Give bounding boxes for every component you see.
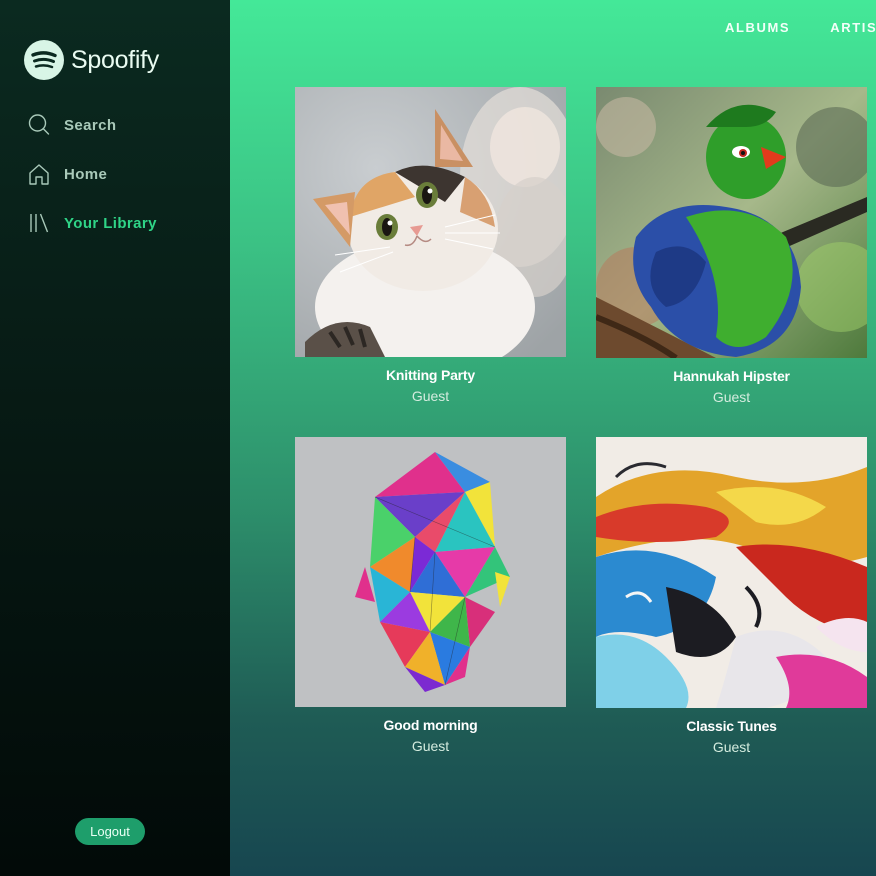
- playlist-card-hannukah-hipster[interactable]: Hannukah Hipster Guest: [596, 87, 867, 405]
- tab-albums[interactable]: ALBUMS: [725, 20, 790, 35]
- playlist-owner: Guest: [712, 739, 751, 755]
- kitten-photo[interactable]: [295, 87, 566, 357]
- sidebar-item-search[interactable]: Search: [28, 110, 157, 140]
- sidebar: Spoofify Search Home Your Library Logout: [0, 0, 230, 876]
- main-content: ALBUMS ARTISTS: [230, 0, 876, 876]
- home-icon: [28, 162, 50, 186]
- playlist-card-classic-tunes[interactable]: Classic Tunes Guest: [596, 437, 867, 755]
- playlist-card-knitting-party[interactable]: Knitting Party Guest: [295, 87, 566, 404]
- playlist-owner: Guest: [712, 389, 751, 405]
- sidebar-item-your-library[interactable]: Your Library: [28, 208, 157, 238]
- sidebar-item-label: Home: [64, 165, 108, 183]
- playlist-card-good-morning[interactable]: Good morning Guest: [295, 437, 566, 754]
- logout-button[interactable]: Logout: [75, 818, 145, 845]
- sidebar-nav: Search Home Your Library: [28, 110, 157, 257]
- sidebar-item-label: Search: [64, 116, 117, 134]
- app-name: Spoofify: [71, 45, 159, 74]
- app-window: Spoofify Search Home Your Library Logout…: [0, 0, 876, 876]
- search-icon: [28, 113, 50, 137]
- spoofify-logo-icon: [24, 40, 64, 80]
- sidebar-item-home[interactable]: Home: [28, 159, 157, 189]
- brand[interactable]: Spoofify: [24, 40, 159, 80]
- green-bird-photo[interactable]: [596, 87, 867, 358]
- playlist-title: Good morning: [383, 717, 478, 733]
- polygon-head-art[interactable]: [295, 437, 566, 707]
- library-icon: [28, 211, 50, 235]
- playlist-title: Knitting Party: [386, 367, 475, 383]
- playlist-title: Classic Tunes: [686, 718, 777, 734]
- fluid-paint-art[interactable]: [596, 437, 867, 708]
- tab-artists[interactable]: ARTISTS: [830, 20, 876, 35]
- top-nav: ALBUMS ARTISTS: [725, 20, 876, 35]
- playlist-owner: Guest: [411, 388, 450, 404]
- playlist-owner: Guest: [411, 738, 450, 754]
- sidebar-item-label: Your Library: [64, 214, 157, 232]
- playlist-title: Hannukah Hipster: [673, 368, 790, 384]
